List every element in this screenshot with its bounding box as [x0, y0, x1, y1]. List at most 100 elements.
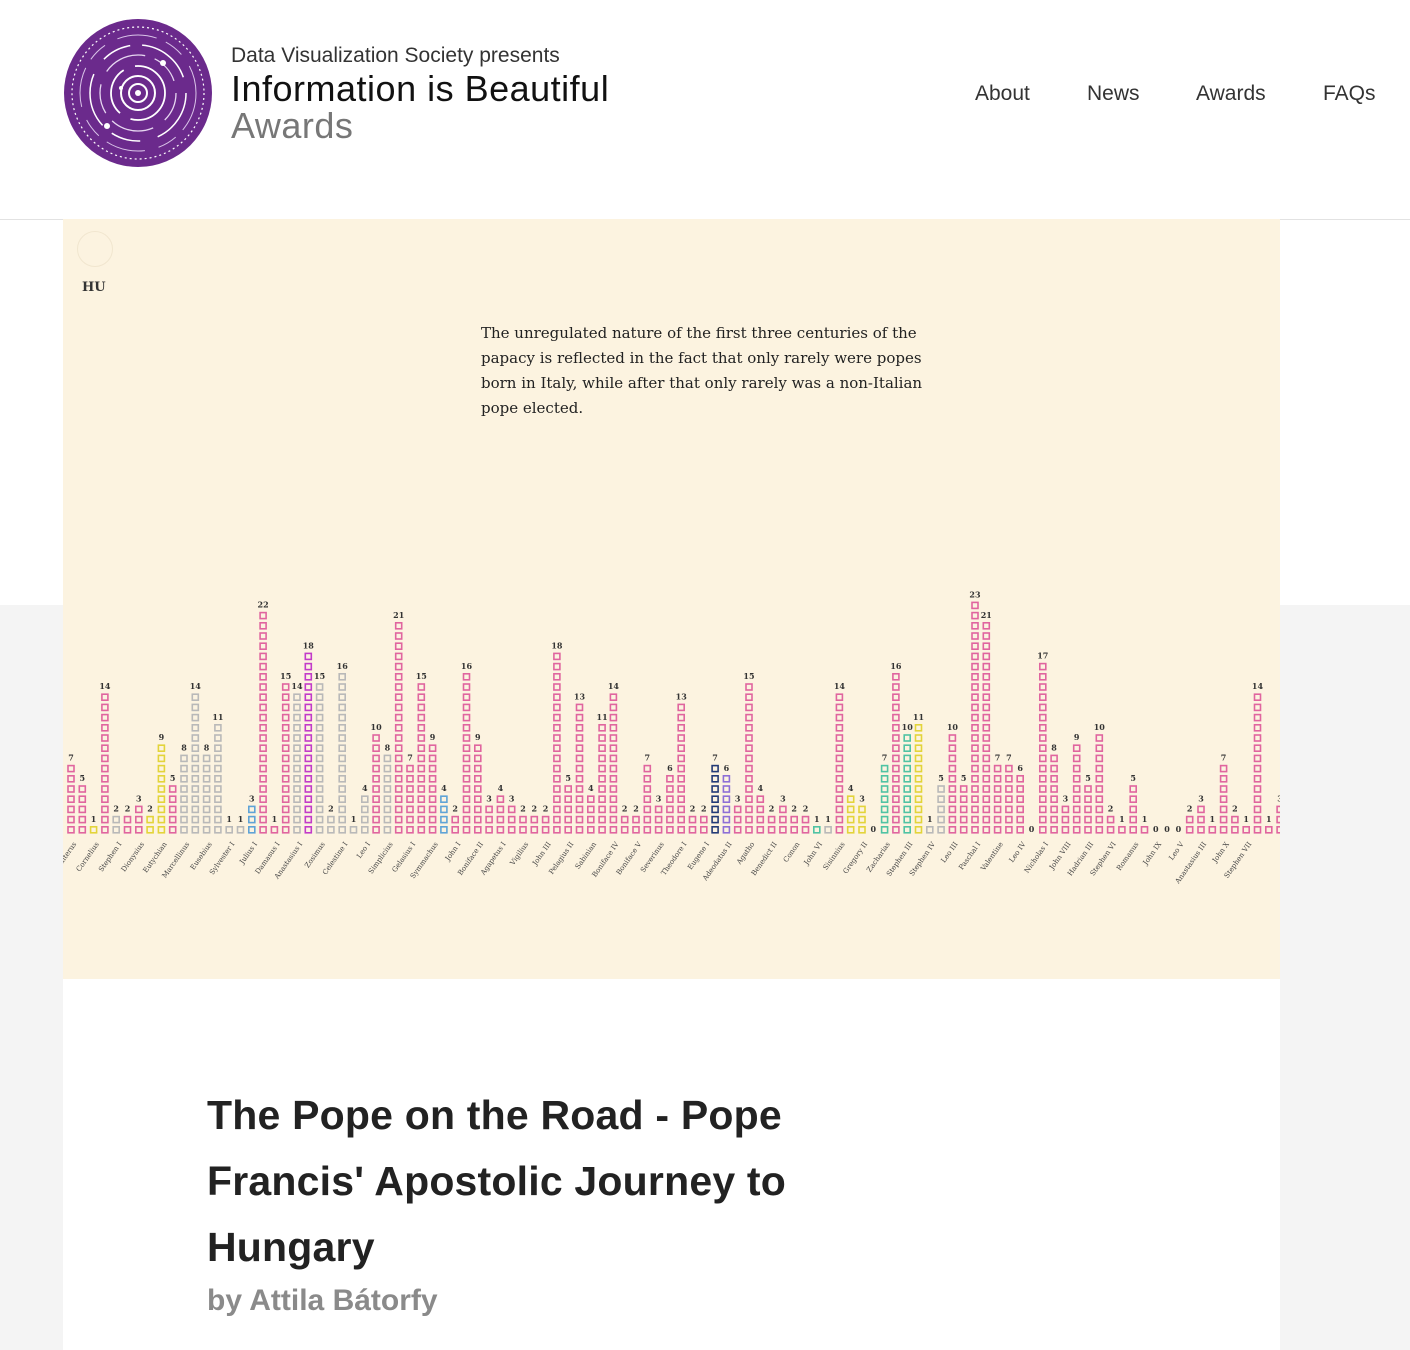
unit-square [835, 764, 844, 773]
value-label: 14 [291, 681, 303, 691]
value-label: 7 [68, 753, 74, 763]
unit-square [507, 825, 516, 834]
unit-square [1050, 785, 1058, 793]
unit-square [586, 805, 595, 814]
unit-square [281, 815, 290, 824]
value-label: 2 [125, 804, 131, 814]
value-label: 0 [1153, 824, 1159, 834]
value-label: 7 [1006, 753, 1012, 763]
unit-square [553, 774, 561, 783]
value-label: 7 [712, 753, 718, 763]
unit-square [892, 815, 900, 824]
unit-square [462, 744, 471, 753]
unit-square [338, 683, 347, 691]
awards-logo-icon[interactable] [63, 18, 213, 168]
unit-square [971, 611, 979, 620]
value-label: 15 [743, 671, 754, 681]
unit-square [383, 815, 392, 824]
project-author[interactable]: by Attila Bátorfy [207, 1284, 438, 1318]
visualization-image[interactable]: HU The unregulated nature of the first t… [63, 219, 1280, 979]
unit-square [892, 734, 900, 742]
unit-square [982, 744, 991, 753]
unit-square [406, 825, 414, 834]
unit-square [553, 723, 561, 732]
unit-square [281, 785, 290, 793]
unit-square [417, 805, 426, 814]
unit-square [101, 825, 109, 834]
value-label: 5 [1085, 773, 1091, 783]
value-label: 11 [212, 712, 223, 722]
unit-square [406, 774, 414, 783]
unit-square [835, 713, 844, 722]
value-label: 2 [532, 804, 538, 814]
project-title[interactable]: The Pope on the Road - Pope Francis' Apo… [207, 1082, 867, 1280]
unit-square [383, 754, 392, 763]
nav-news[interactable]: News [1087, 82, 1140, 106]
nav-about[interactable]: About [975, 82, 1030, 106]
unit-square [903, 754, 912, 763]
unit-square [462, 693, 471, 702]
unit-square [507, 815, 516, 824]
unit-square [666, 805, 674, 814]
unit-square [304, 703, 313, 712]
unit-square [383, 764, 392, 773]
unit-square [315, 825, 324, 834]
unit-square [168, 785, 177, 793]
value-label: 5 [565, 773, 571, 783]
unit-square [191, 805, 200, 814]
unit-square [1072, 774, 1081, 783]
unit-square [959, 815, 968, 824]
unit-square [982, 815, 991, 824]
nav-awards[interactable]: Awards [1196, 82, 1266, 106]
unit-square [1050, 815, 1058, 824]
unit-square [553, 734, 561, 742]
unit-square [259, 713, 267, 722]
unit-square [609, 815, 618, 824]
site-subtitle[interactable]: Awards [231, 105, 353, 147]
unit-square [473, 754, 482, 763]
unit-square [338, 805, 347, 814]
value-label: 2 [701, 804, 707, 814]
nav-faqs[interactable]: FAQs [1323, 82, 1376, 106]
value-label: 3 [509, 793, 515, 803]
unit-square [553, 683, 561, 691]
site-title[interactable]: Information is Beautiful [231, 68, 609, 110]
unit-square [903, 764, 912, 773]
unit-square [948, 754, 957, 763]
unit-square [67, 795, 75, 804]
value-label: 0 [871, 824, 877, 834]
unit-square [462, 764, 471, 773]
unit-square [1185, 825, 1194, 834]
unit-square [1253, 774, 1262, 783]
unit-square [462, 683, 471, 691]
unit-square [191, 825, 200, 834]
unit-square [473, 774, 482, 783]
unit-square [304, 805, 313, 814]
unit-square [846, 795, 855, 804]
unit-square [598, 774, 606, 783]
unit-square [1106, 825, 1115, 834]
value-label: 1 [1266, 814, 1272, 824]
unit-square [78, 785, 87, 793]
value-label: 17 [1037, 651, 1048, 661]
unit-square [473, 785, 482, 793]
value-label: 3 [859, 793, 865, 803]
unit-square [598, 744, 606, 753]
unit-square [1129, 795, 1137, 804]
unit-square [643, 805, 652, 814]
unit-square [372, 805, 380, 814]
unit-square [248, 805, 256, 814]
unit-square [892, 754, 900, 763]
unit-square [157, 805, 166, 814]
value-label: 2 [113, 804, 119, 814]
unit-square [959, 785, 968, 793]
unit-square [892, 693, 900, 702]
unit-square [914, 764, 923, 773]
unit-square [914, 795, 923, 804]
unit-square [541, 825, 550, 834]
unit-square [745, 713, 753, 722]
unit-square [1050, 825, 1058, 834]
unit-square [892, 764, 900, 773]
unit-square [1095, 734, 1104, 742]
unit-square [1084, 805, 1092, 814]
